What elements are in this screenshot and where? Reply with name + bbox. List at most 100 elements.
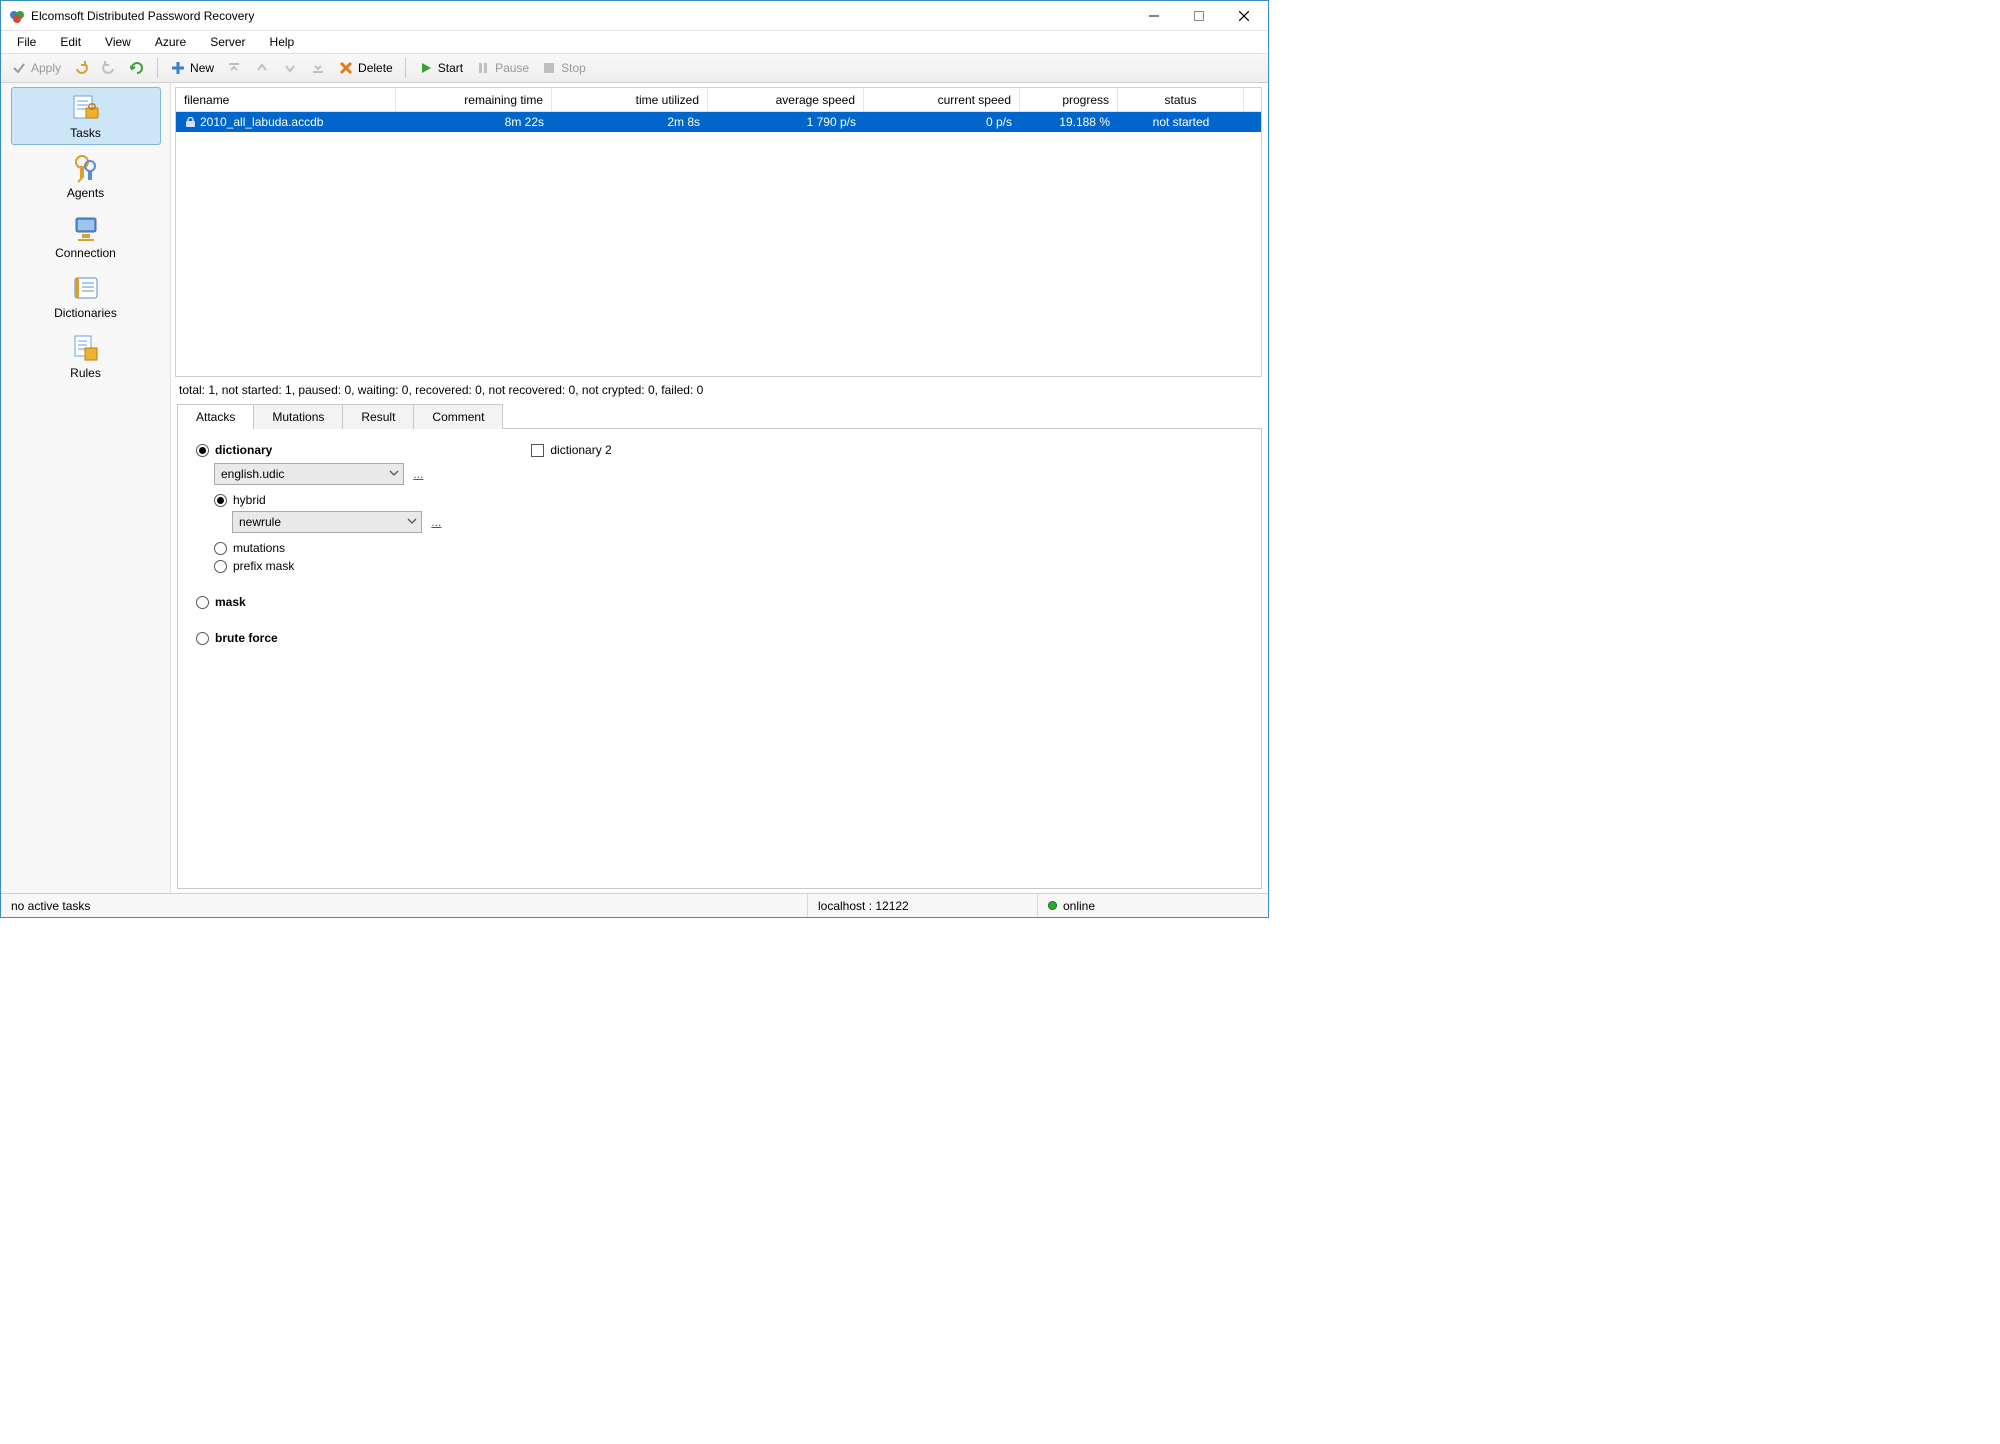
radio-mutations[interactable] [214, 542, 227, 555]
menu-view[interactable]: View [95, 33, 141, 51]
agents-icon [70, 152, 102, 184]
tasks-icon [70, 92, 102, 124]
cell-filename: 2010_all_labuda.accdb [176, 115, 396, 129]
summary-line: total: 1, not started: 1, paused: 0, wai… [171, 379, 1268, 403]
radio-prefix-mask[interactable] [214, 560, 227, 573]
hybrid-combo-value: newrule [239, 515, 281, 529]
table-row[interactable]: 2010_all_labuda.accdb 8m 22s 2m 8s 1 790… [176, 112, 1261, 132]
sidebar-label-rules: Rules [70, 366, 101, 380]
start-label: Start [438, 61, 463, 75]
col-curspeed[interactable]: current speed [864, 88, 1020, 111]
radio-bruteforce-row: brute force [196, 631, 1243, 645]
hybrid-combo-row: newrule ... [232, 511, 441, 533]
move-top-button[interactable] [222, 58, 246, 78]
check-icon [11, 60, 27, 76]
table-header: filename remaining time time utilized av… [176, 88, 1261, 112]
toolbar-separator [405, 58, 406, 78]
radio-hybrid[interactable] [214, 494, 227, 507]
play-icon [418, 60, 434, 76]
apply-button[interactable]: Apply [7, 58, 65, 78]
cell-remaining: 8m 22s [396, 115, 552, 129]
refresh-button[interactable] [125, 58, 149, 78]
stop-label: Stop [561, 61, 586, 75]
stop-button[interactable]: Stop [537, 58, 590, 78]
dict-combo-row: english.udic ... [214, 463, 441, 485]
radio-mutations-row: mutations [214, 541, 441, 555]
sidebar-item-connection[interactable]: Connection [11, 207, 161, 265]
status-online-text: online [1063, 899, 1095, 913]
refresh-icon [129, 60, 145, 76]
redo-icon [101, 60, 117, 76]
cell-avgspeed: 1 790 p/s [708, 115, 864, 129]
checkbox-dictionary2[interactable] [531, 444, 544, 457]
hybrid-combo[interactable]: newrule [232, 511, 422, 533]
status-host: localhost : 12122 [808, 894, 1038, 917]
tab-result[interactable]: Result [342, 404, 414, 429]
pause-button[interactable]: Pause [471, 58, 533, 78]
menu-server[interactable]: Server [200, 33, 255, 51]
maximize-button[interactable] [1176, 2, 1221, 30]
col-progress[interactable]: progress [1020, 88, 1118, 111]
connection-icon [70, 212, 102, 244]
radio-hybrid-label: hybrid [233, 493, 266, 507]
app-window: Elcomsoft Distributed Password Recovery … [0, 0, 1269, 918]
menubar: File Edit View Azure Server Help [1, 31, 1268, 53]
new-button[interactable]: New [166, 58, 218, 78]
radio-mutations-label: mutations [233, 541, 285, 555]
sidebar-item-agents[interactable]: Agents [11, 147, 161, 205]
window-title: Elcomsoft Distributed Password Recovery [31, 9, 1131, 23]
move-bottom-button[interactable] [306, 58, 330, 78]
tabs: Attacks Mutations Result Comment [177, 403, 1268, 428]
menu-file[interactable]: File [7, 33, 46, 51]
radio-prefix-mask-label: prefix mask [233, 559, 294, 573]
checkbox-dictionary2-label: dictionary 2 [550, 443, 611, 457]
radio-bruteforce[interactable] [196, 632, 209, 645]
statusbar: no active tasks localhost : 12122 online [1, 893, 1268, 917]
col-utilized[interactable]: time utilized [552, 88, 708, 111]
sidebar-label-agents: Agents [67, 186, 104, 200]
redo-button[interactable] [97, 58, 121, 78]
tab-mutations[interactable]: Mutations [253, 404, 343, 429]
dict-combo[interactable]: english.udic [214, 463, 404, 485]
move-up-button[interactable] [250, 58, 274, 78]
table-body: 2010_all_labuda.accdb 8m 22s 2m 8s 1 790… [176, 112, 1261, 376]
status-left: no active tasks [1, 894, 808, 917]
radio-mask[interactable] [196, 596, 209, 609]
col-filename[interactable]: filename [176, 88, 396, 111]
minimize-button[interactable] [1131, 2, 1176, 30]
sidebar: Tasks Agents Connection Dictionaries [1, 83, 171, 893]
sidebar-item-rules[interactable]: Rules [11, 327, 161, 385]
col-remaining[interactable]: remaining time [396, 88, 552, 111]
start-button[interactable]: Start [414, 58, 467, 78]
menu-azure[interactable]: Azure [145, 33, 196, 51]
undo-button[interactable] [69, 58, 93, 78]
menu-edit[interactable]: Edit [50, 33, 91, 51]
delete-button[interactable]: Delete [334, 58, 397, 78]
move-down-button[interactable] [278, 58, 302, 78]
pause-icon [475, 60, 491, 76]
radio-dictionary[interactable] [196, 444, 209, 457]
dict-browse-link[interactable]: ... [413, 467, 423, 481]
tab-attacks[interactable]: Attacks [177, 404, 254, 429]
toolbar: Apply New [1, 53, 1268, 83]
radio-mask-row: mask [196, 595, 1243, 609]
chevron-down-icon [407, 515, 417, 529]
cell-curspeed: 0 p/s [864, 115, 1020, 129]
body: Tasks Agents Connection Dictionaries [1, 83, 1268, 893]
radio-mask-label: mask [215, 595, 246, 609]
pause-label: Pause [495, 61, 529, 75]
sidebar-label-tasks: Tasks [70, 126, 101, 140]
main-area: filename remaining time time utilized av… [171, 83, 1268, 893]
sidebar-item-dictionaries[interactable]: Dictionaries [11, 267, 161, 325]
menu-help[interactable]: Help [260, 33, 305, 51]
col-status[interactable]: status [1118, 88, 1244, 111]
sidebar-item-tasks[interactable]: Tasks [11, 87, 161, 145]
chevron-down-icon [389, 467, 399, 481]
col-avgspeed[interactable]: average speed [708, 88, 864, 111]
radio-bruteforce-label: brute force [215, 631, 278, 645]
undo-icon [73, 60, 89, 76]
hybrid-browse-link[interactable]: ... [431, 515, 441, 529]
apply-label: Apply [31, 61, 61, 75]
close-button[interactable] [1221, 2, 1266, 30]
tab-comment[interactable]: Comment [413, 404, 503, 429]
